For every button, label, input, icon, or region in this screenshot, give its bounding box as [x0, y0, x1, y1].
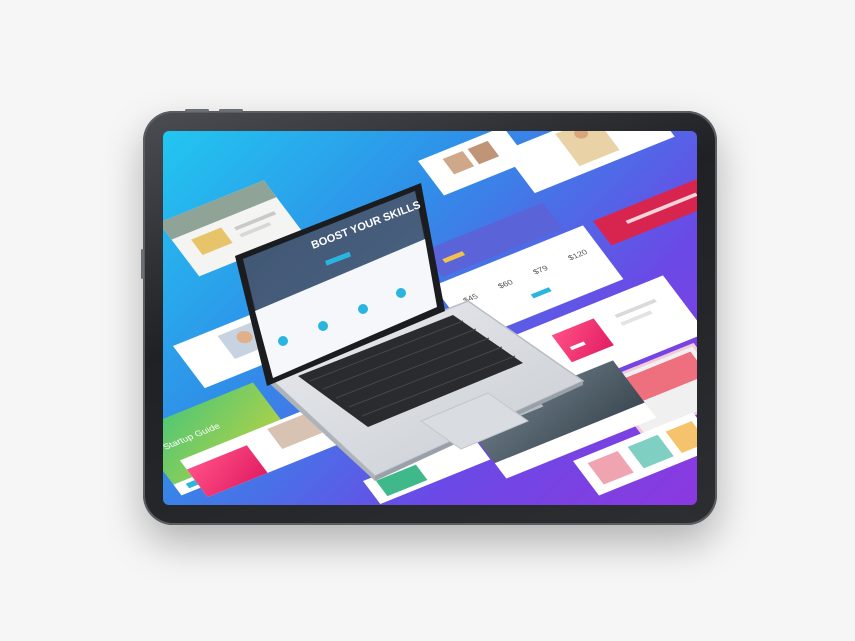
tablet-device: Startup Guide $45 $60 $79 $120 BOOST YOU… — [141, 109, 717, 525]
template-tile — [593, 168, 697, 246]
tablet-top-button — [219, 109, 243, 112]
template-collage: Startup Guide $45 $60 $79 $120 BOOST YOU… — [163, 131, 697, 505]
tablet-side-button — [141, 249, 144, 279]
template-tile — [502, 131, 675, 194]
tablet-top-button — [185, 109, 209, 112]
tablet-screen: Startup Guide $45 $60 $79 $120 BOOST YOU… — [163, 131, 697, 505]
